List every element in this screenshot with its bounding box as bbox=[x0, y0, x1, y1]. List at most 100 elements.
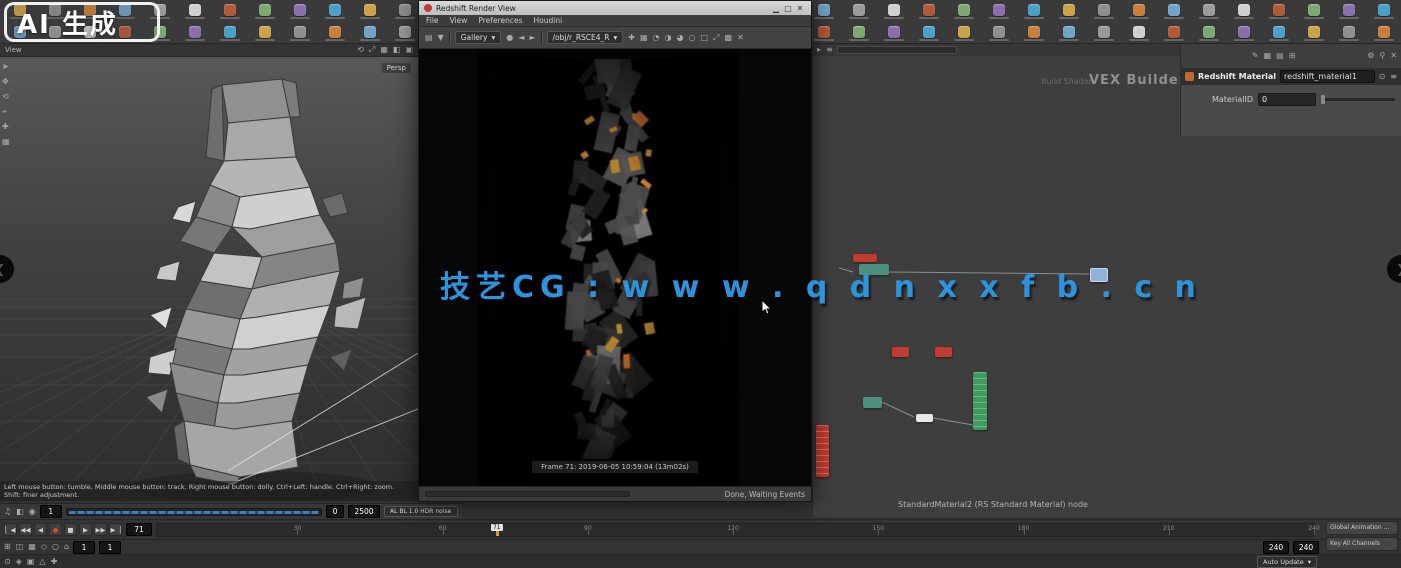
audio-option-icon[interactable]: ♫ bbox=[4, 508, 11, 516]
network-node[interactable] bbox=[853, 254, 877, 262]
pane-control-icon[interactable]: ⚙ bbox=[1367, 52, 1374, 60]
network-node[interactable] bbox=[973, 372, 987, 430]
snap-icon[interactable]: ⊙ bbox=[4, 558, 11, 566]
range-step-field[interactable]: 1 bbox=[99, 541, 121, 554]
snap-icon[interactable]: ✚ bbox=[51, 558, 58, 566]
shelf-tool-icon[interactable] bbox=[1261, 26, 1296, 41]
render-camera-dropdown[interactable]: /obj/r_RSCE4_R▾ bbox=[547, 31, 624, 44]
shelf-tool-icon[interactable] bbox=[283, 4, 318, 19]
gallery-dropdown[interactable]: Gallery▾ bbox=[455, 31, 501, 44]
viewport-tool-icon[interactable]: ⌖ bbox=[2, 108, 10, 116]
parameter-value-field[interactable]: 0 bbox=[1258, 93, 1316, 106]
shelf-tool-icon[interactable] bbox=[178, 4, 213, 19]
slider-handle[interactable] bbox=[1321, 95, 1325, 104]
viewport-tool-icon[interactable]: ▦ bbox=[2, 138, 10, 146]
shelf-tool-icon[interactable] bbox=[947, 26, 982, 41]
playbar-aux-field2[interactable]: 0 bbox=[326, 505, 344, 518]
maximize-button[interactable]: □ bbox=[782, 4, 794, 13]
shelf-tool-icon[interactable] bbox=[1366, 26, 1401, 41]
transport-button[interactable]: ■ bbox=[64, 523, 77, 536]
playbar-option-icon[interactable]: ▦ bbox=[28, 543, 36, 551]
node-name-field[interactable]: redshift_material1 bbox=[1280, 70, 1375, 83]
shelf-tool-icon[interactable] bbox=[248, 4, 283, 19]
key-all-channels-button[interactable]: Key All Channels bbox=[1326, 537, 1398, 551]
shelf-tool-icon[interactable] bbox=[1122, 4, 1157, 19]
transport-button[interactable]: ▏◀ bbox=[4, 523, 17, 536]
pane-tab-icon[interactable]: ⊞ bbox=[1289, 52, 1296, 60]
range-start-field[interactable]: 1 bbox=[73, 541, 95, 554]
menu-preferences[interactable]: Preferences bbox=[478, 16, 522, 25]
global-animation-options-button[interactable]: Global Animation Options bbox=[1326, 521, 1398, 535]
shelf-tool-icon[interactable] bbox=[1122, 26, 1157, 41]
render-option-icon[interactable]: ○ bbox=[689, 34, 696, 42]
shelf-tool-icon[interactable] bbox=[1156, 4, 1191, 19]
snapshot-icon[interactable]: ▼ bbox=[438, 34, 444, 42]
render-option-icon[interactable]: ▦ bbox=[640, 34, 648, 42]
shelf-tool-icon[interactable] bbox=[877, 4, 912, 19]
gallery-nav-icon[interactable]: ► bbox=[529, 34, 535, 42]
viewport-view-menu[interactable]: View bbox=[5, 46, 22, 54]
playbar-aux-field3[interactable]: 2500 bbox=[348, 505, 380, 518]
render-option-icon[interactable]: ✕ bbox=[737, 34, 744, 42]
network-node[interactable] bbox=[816, 425, 829, 477]
shelf-tool-icon[interactable] bbox=[912, 26, 947, 41]
shelf-tool-icon[interactable] bbox=[982, 4, 1017, 19]
close-button[interactable]: ✕ bbox=[794, 4, 806, 13]
render-option-icon[interactable]: □ bbox=[700, 34, 708, 42]
current-frame-field[interactable]: 71 bbox=[126, 523, 152, 536]
viewport-display-icon[interactable]: ▣ bbox=[405, 46, 413, 54]
transport-button[interactable]: ▶▶ bbox=[94, 523, 107, 536]
shelf-tool-icon[interactable] bbox=[912, 4, 947, 19]
viewport-tool-icon[interactable]: ✥ bbox=[2, 78, 10, 86]
viewport-tool-icon[interactable]: ⟲ bbox=[2, 93, 10, 101]
parameter-header-icon[interactable]: ≡ bbox=[1390, 73, 1397, 81]
shelf-tool-icon[interactable] bbox=[1261, 4, 1296, 19]
viewport-tool-icon[interactable]: ➤ bbox=[2, 63, 10, 71]
shelf-tool-icon[interactable] bbox=[178, 26, 213, 41]
render-option-icon[interactable]: ◑ bbox=[665, 34, 672, 42]
snap-icon[interactable]: ▣ bbox=[27, 558, 35, 566]
shelf-tool-icon[interactable] bbox=[1191, 26, 1226, 41]
pane-tab-icon[interactable]: ✎ bbox=[1252, 52, 1259, 60]
shelf-tool-icon[interactable] bbox=[807, 26, 842, 41]
shelf-tool-icon[interactable] bbox=[283, 26, 318, 41]
viewport-display-icon[interactable]: ▦ bbox=[380, 46, 388, 54]
viewport-tool-icon[interactable]: ✚ bbox=[2, 123, 10, 131]
timeline-ruler[interactable]: 30609012015018021024071 bbox=[156, 523, 1315, 537]
shelf-tool-icon[interactable] bbox=[1331, 4, 1366, 19]
shelf-tool-icon[interactable] bbox=[353, 26, 388, 41]
shelf-tool-icon[interactable] bbox=[213, 4, 248, 19]
viewport-camera-label[interactable]: Persp bbox=[382, 63, 411, 73]
shelf-tool-icon[interactable] bbox=[1191, 4, 1226, 19]
render-option-icon[interactable]: ◕ bbox=[677, 34, 684, 42]
shelf-tool-icon[interactable] bbox=[1366, 4, 1401, 19]
shelf-tool-icon[interactable] bbox=[1017, 4, 1052, 19]
parameter-slider[interactable] bbox=[1321, 98, 1395, 101]
playbar-option-icon[interactable]: ◫ bbox=[16, 543, 24, 551]
viewport-display-icon[interactable]: ◧ bbox=[393, 46, 401, 54]
shelf-tool-icon[interactable] bbox=[1331, 26, 1366, 41]
shelf-tool-icon[interactable] bbox=[1087, 4, 1122, 19]
menu-file[interactable]: File bbox=[426, 16, 439, 25]
transport-button[interactable]: ◀◀ bbox=[19, 523, 32, 536]
snapshot-icon[interactable]: ▤ bbox=[425, 34, 433, 42]
gallery-nav-icon[interactable]: ◄ bbox=[518, 34, 524, 42]
menu-view[interactable]: View bbox=[450, 16, 468, 25]
viewport-display-icon[interactable]: ⟲ bbox=[357, 46, 364, 54]
shelf-tool-icon[interactable] bbox=[1296, 4, 1331, 19]
shelf-tool-icon[interactable] bbox=[248, 26, 283, 41]
shelf-tool-icon[interactable] bbox=[1017, 26, 1052, 41]
menu-houdini[interactable]: Houdini bbox=[534, 16, 563, 25]
pane-tab-icon[interactable]: ▦ bbox=[1264, 52, 1272, 60]
shelf-tool-icon[interactable] bbox=[947, 4, 982, 19]
transport-button[interactable]: ▶▕ bbox=[109, 523, 122, 536]
minimize-button[interactable]: ▁ bbox=[770, 4, 782, 13]
audio-option-icon[interactable]: ◧ bbox=[16, 508, 24, 516]
playback-range-bar[interactable] bbox=[66, 508, 322, 516]
shelf-tool-icon[interactable] bbox=[1296, 26, 1331, 41]
network-node[interactable] bbox=[935, 347, 952, 357]
auto-update-dropdown[interactable]: Auto Update▾ bbox=[1257, 556, 1317, 568]
shelf-tool-icon[interactable] bbox=[807, 4, 842, 19]
shelf-tool-icon[interactable] bbox=[353, 4, 388, 19]
shelf-tool-icon[interactable] bbox=[1052, 4, 1087, 19]
